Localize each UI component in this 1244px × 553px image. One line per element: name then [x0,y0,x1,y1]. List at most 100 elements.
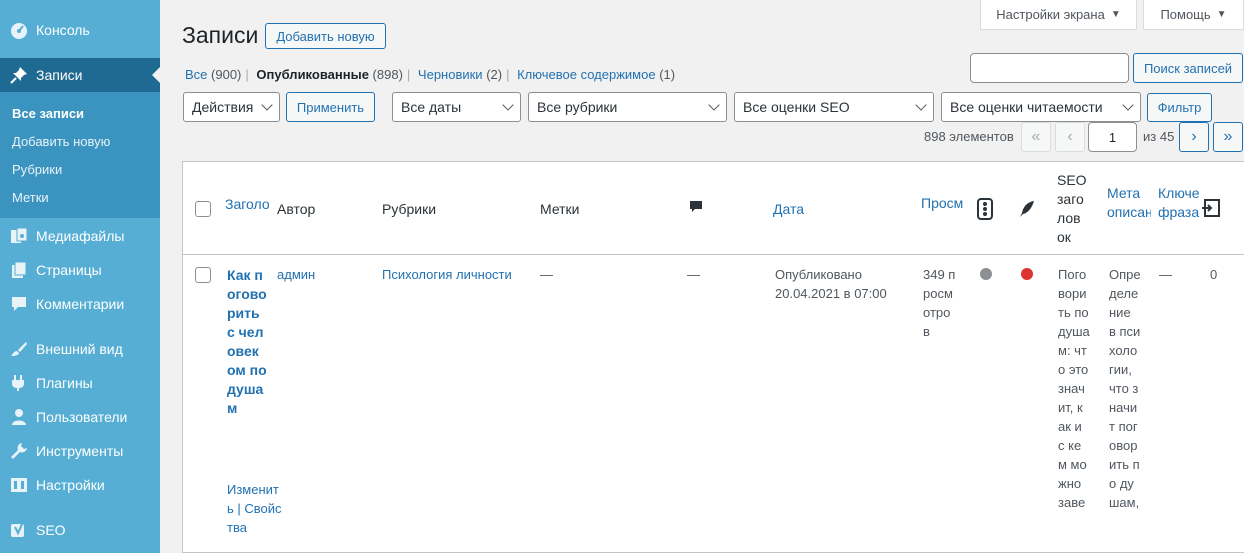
menu-label: Медиафайлы [36,228,125,244]
table-header: Заголо Автор Рубрики Метки Дата Просм SE… [183,162,1244,255]
chevron-down-icon [1122,99,1134,111]
menu-label: Страницы [36,262,102,278]
caret-down-icon: ▼ [1110,9,1121,20]
view-all-count: (900) [211,67,242,82]
post-views: 349 просмотров [923,267,956,339]
seo-score-indicator [980,268,992,280]
first-page-button[interactable]: « [1021,122,1051,152]
posts-table: Заголо Автор Рубрики Метки Дата Просм SE… [182,161,1244,553]
posts-submenu: Все записи Добавить новую Рубрики Метки [0,92,160,218]
links-column-icon[interactable] [1201,198,1221,223]
menu-seo[interactable]: SEO [0,513,160,547]
post-seo-title: Поговорить по душам: что это значит, как… [1058,267,1090,510]
menu-posts[interactable]: Записи [0,58,160,92]
readability-select[interactable]: Все оценки читаемости [941,92,1141,122]
last-page-button[interactable]: » [1213,122,1243,152]
menu-label: SEO [36,522,66,538]
readability-column-icon[interactable] [1019,200,1035,223]
menu-label: Комментарии [36,296,125,312]
menu-pages[interactable]: Страницы [0,253,160,287]
seo-score-column-icon[interactable] [977,198,993,225]
post-author[interactable]: админ [277,265,315,284]
menu-label: Плагины [36,375,93,391]
column-tags: Метки [540,201,580,217]
select-all-checkbox[interactable] [195,201,211,217]
view-cornerstone-count: (1) [659,67,676,82]
screen-options-button[interactable]: Настройки экрана ▼ [980,0,1137,30]
menu-users[interactable]: Пользователи [0,400,160,434]
settings-icon [9,475,29,495]
column-meta-description[interactable]: Мета описан [1107,184,1151,222]
bulk-actions-select[interactable]: Действия [183,92,280,122]
post-keyphrase: — [1159,267,1172,282]
column-title[interactable]: Заголо [225,195,269,214]
menu-comments[interactable]: Комментарии [0,287,160,321]
chevron-down-icon [261,99,273,111]
view-drafts-link[interactable]: Черновики [418,67,483,82]
post-title-link[interactable]: Как поговорить с человеком по душам [227,266,267,418]
column-categories: Рубрики [382,201,437,217]
seo-score-select[interactable]: Все оценки SEO [734,92,934,122]
menu-plugins[interactable]: Плагины [0,366,160,400]
comments-column-icon[interactable] [689,200,703,219]
menu-tools[interactable]: Инструменты [0,434,160,468]
prev-page-button[interactable]: ‹ [1055,122,1085,152]
help-label: Помощь [1160,7,1211,22]
menu-media[interactable]: Медиафайлы [0,219,160,253]
column-author: Автор [277,201,316,217]
help-button[interactable]: Помощь ▼ [1143,0,1244,30]
post-category[interactable]: Психология личности [382,265,512,284]
view-cornerstone-link[interactable]: Ключевое содержимое [517,67,655,82]
dashboard-icon [9,20,29,40]
menu-appearance[interactable]: Внешний вид [0,332,160,366]
apply-button[interactable]: Применить [286,92,375,122]
post-date-status: Опубликовано [775,267,862,282]
post-comments: — [687,267,700,282]
submenu-all-posts[interactable]: Все записи [12,106,84,121]
screen-options-label: Настройки экрана [996,7,1105,22]
readability-value: Все оценки читаемости [950,99,1103,115]
dates-value: Все даты [401,99,462,115]
menu-dashboard[interactable]: Консоль [0,13,160,47]
caret-down-icon: ▼ [1216,9,1227,20]
search-input[interactable] [970,53,1129,83]
bulk-actions-value: Действия [192,99,254,115]
categories-value: Все рубрики [537,99,618,115]
filter-button[interactable]: Фильтр [1147,93,1212,122]
column-views[interactable]: Просм [921,194,967,213]
next-page-button[interactable]: › [1179,122,1209,152]
add-new-button[interactable]: Добавить новую [265,23,386,49]
search-posts-button[interactable]: Поиск записей [1133,53,1243,83]
comment-icon [9,294,29,314]
dates-select[interactable]: Все даты [392,92,521,122]
post-date: 20.04.2021 в 07:00 [775,286,887,301]
view-drafts-count: (2) [486,67,503,82]
view-published-count: (898) [372,67,403,82]
view-all-link[interactable]: Все [185,67,207,82]
plugin-icon [9,373,29,393]
pushpin-icon [9,65,29,85]
admin-sidebar: Консоль Записи Все записи Добавить новую… [0,0,160,553]
submenu-tags[interactable]: Метки [12,190,49,205]
post-tags: — [540,267,553,282]
menu-label: Пользователи [36,409,128,425]
total-pages: из 45 [1143,129,1175,144]
submenu-categories[interactable]: Рубрики [12,162,62,177]
menu-label: Записи [36,67,83,83]
current-page-input[interactable]: 1 [1088,122,1137,152]
menu-label: Внешний вид [36,341,123,357]
seo-score-value: Все оценки SEO [743,99,850,115]
submenu-add-new[interactable]: Добавить новую [12,134,110,149]
row-actions[interactable]: Изменить | Свойства [227,480,285,537]
categories-select[interactable]: Все рубрики [528,92,727,122]
menu-settings[interactable]: Настройки [0,468,160,502]
chevron-down-icon [502,99,514,111]
readability-score-indicator [1021,268,1033,280]
yoast-icon [9,520,29,540]
column-date[interactable]: Дата [773,200,804,219]
row-checkbox[interactable] [195,267,211,283]
chevron-down-icon [915,99,927,111]
column-keyphrase[interactable]: Ключе фраза [1158,184,1202,222]
menu-label: Настройки [36,477,105,493]
view-published-link[interactable]: Опубликованные [256,67,369,82]
